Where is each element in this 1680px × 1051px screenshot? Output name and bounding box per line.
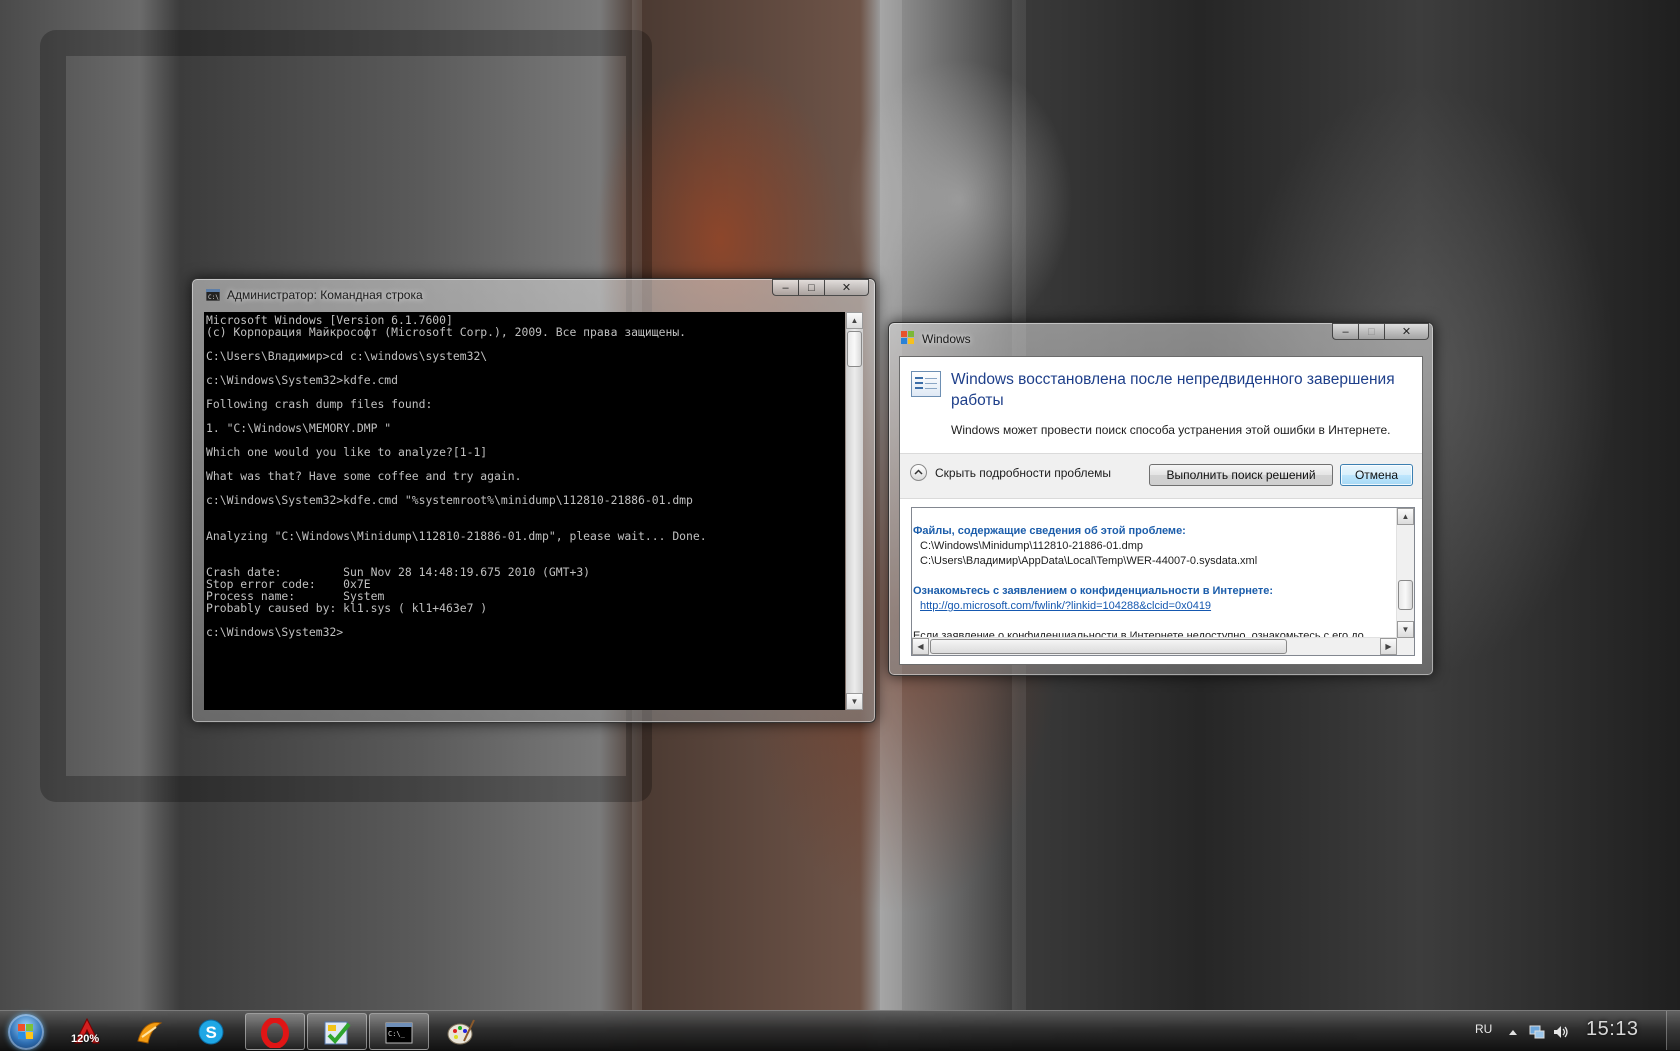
cancel-button[interactable]: Отмена xyxy=(1340,464,1413,486)
problem-details-content: Файлы, содержащие сведения об этой пробл… xyxy=(913,524,1393,644)
scroll-up-arrow-icon[interactable]: ▲ xyxy=(1397,508,1414,525)
privacy-link[interactable]: http://go.microsoft.com/fwlink/?linkid=1… xyxy=(913,599,1393,614)
wer-action-strip: Скрыть подробности проблемы Выполнить по… xyxy=(900,453,1422,499)
minimize-button[interactable]: – xyxy=(772,279,799,296)
scroll-down-arrow-icon[interactable]: ▼ xyxy=(846,693,863,710)
winamp-icon xyxy=(137,1022,163,1044)
command-prompt-window[interactable]: C:\ Администратор: Командная строка – □ … xyxy=(191,278,876,723)
details-horizontal-scrollbar[interactable]: ◀ ▶ xyxy=(912,637,1397,655)
hide-details-label[interactable]: Скрыть подробности проблемы xyxy=(935,466,1111,480)
taskbar-opera[interactable] xyxy=(245,1013,305,1050)
show-hidden-icons-icon[interactable] xyxy=(1508,1024,1518,1040)
details-vertical-scrollbar[interactable]: ▲ ▼ xyxy=(1396,508,1414,638)
wer-heading: Windows восстановлена после непредвиденн… xyxy=(951,371,1395,409)
svg-text:C:\: C:\ xyxy=(208,294,219,301)
close-button[interactable]: ✕ xyxy=(825,279,869,296)
console-icon: C:\ xyxy=(205,288,221,302)
windows-logo-icon xyxy=(18,1024,33,1039)
console-line: Following crash dump files found: xyxy=(206,397,433,411)
console-line: c:\Windows\System32>kdfe.cmd "%systemroo… xyxy=(206,493,693,507)
maximize-button[interactable]: □ xyxy=(799,279,825,296)
console-line: (c) Корпорация Майкрософт (Microsoft Cor… xyxy=(206,325,687,339)
console-output[interactable]: Microsoft Windows [Version 6.1.7600] (c) … xyxy=(204,312,845,710)
window-title: Windows xyxy=(922,332,971,346)
start-button[interactable] xyxy=(8,1014,44,1050)
scroll-thumb[interactable] xyxy=(1398,580,1413,610)
taskbar-winamp[interactable] xyxy=(120,1013,180,1050)
problem-report-icon xyxy=(911,371,941,397)
close-button[interactable]: ✕ xyxy=(1385,323,1429,340)
console-line: C:\Users\Владимир>cd c:\windows\system32… xyxy=(206,349,488,363)
wer-dialog-titlebar[interactable]: Windows – □ ✕ xyxy=(889,323,1433,353)
network-icon[interactable] xyxy=(1529,1024,1545,1040)
scroll-up-arrow-icon[interactable]: ▲ xyxy=(846,312,863,329)
scroll-right-arrow-icon[interactable]: ▶ xyxy=(1380,638,1397,655)
tray-clock[interactable]: 15:13 xyxy=(1586,1018,1639,1041)
scroll-down-arrow-icon[interactable]: ▼ xyxy=(1397,621,1414,638)
windows-logo-icon xyxy=(901,331,915,344)
file-path: C:\Windows\Minidump\112810-21886-01.dmp xyxy=(920,540,1143,552)
taskbar-paint[interactable] xyxy=(432,1013,492,1050)
wer-dialog-body: Windows восстановлена после непредвиденн… xyxy=(899,356,1423,665)
skype-icon: S xyxy=(198,1019,224,1045)
console-line: Which one would you like to analyze?[1-1… xyxy=(206,445,488,459)
maximize-button: □ xyxy=(1359,323,1385,340)
console-line: 1. "C:\Windows\MEMORY.DMP " xyxy=(206,421,392,435)
scrollbar-corner xyxy=(1397,638,1414,655)
hide-details-toggle[interactable]: Скрыть подробности проблемы xyxy=(910,464,1111,481)
opera-icon xyxy=(261,1018,289,1048)
taskbar-acrobat[interactable]: 120% xyxy=(58,1013,118,1050)
zoom-badge: 120% xyxy=(71,1033,100,1045)
console-line: Probably caused by: kl1.sys ( kl1+463e7 … xyxy=(206,601,488,615)
chevron-up-icon[interactable] xyxy=(910,464,927,481)
paint-icon xyxy=(447,1019,475,1045)
privacy-heading: Ознакомьтесь с заявлением о конфиденциал… xyxy=(913,585,1274,597)
scroll-thumb[interactable] xyxy=(847,331,862,367)
console-vertical-scrollbar[interactable]: ▲ ▼ xyxy=(846,312,863,710)
search-solutions-button[interactable]: Выполнить поиск решений xyxy=(1149,464,1333,486)
volume-icon[interactable] xyxy=(1553,1024,1569,1040)
svg-text:S: S xyxy=(206,1023,217,1042)
problem-details-box[interactable]: Файлы, содержащие сведения об этой пробл… xyxy=(911,507,1415,656)
wer-subtitle: Windows может провести поиск способа уст… xyxy=(951,423,1391,437)
window-title: Администратор: Командная строка xyxy=(227,288,423,302)
taskbar-skype[interactable]: S xyxy=(182,1013,242,1050)
console-line: c:\Windows\System32> xyxy=(206,625,344,639)
wer-dialog-window[interactable]: Windows – □ ✕ Windows восстановлена посл… xyxy=(888,322,1434,676)
files-heading: Файлы, содержащие сведения об этой пробл… xyxy=(913,525,1186,537)
taskbar: 120% S C:\_ xyxy=(0,1010,1680,1051)
console-line: Analyzing "C:\Windows\Minidump\112810-21… xyxy=(206,529,707,543)
minimize-button[interactable]: – xyxy=(1332,323,1359,340)
checkmark-app-icon xyxy=(324,1021,351,1045)
taskbar-command-prompt[interactable]: C:\_ xyxy=(369,1013,429,1050)
taskbar-checkmark-app[interactable] xyxy=(307,1013,367,1050)
file-path: C:\Users\Владимир\AppData\Local\Temp\WER… xyxy=(920,555,1258,567)
svg-text:C:\_: C:\_ xyxy=(388,1030,406,1038)
wer-header: Windows восстановлена после непредвиденн… xyxy=(900,357,1422,453)
command-prompt-titlebar[interactable]: C:\ Администратор: Командная строка – □ … xyxy=(192,279,875,309)
scroll-thumb[interactable] xyxy=(930,639,1287,654)
console-lines: Microsoft Windows [Version 6.1.7600] (c) … xyxy=(206,314,707,638)
language-indicator[interactable]: RU xyxy=(1475,1022,1492,1036)
console-line: What was that? Have some coffee and try … xyxy=(206,469,522,483)
console-line: c:\Windows\System32>kdfe.cmd xyxy=(206,373,399,387)
command-prompt-icon: C:\_ xyxy=(385,1022,413,1044)
show-desktop-button[interactable] xyxy=(1666,1011,1680,1050)
scroll-left-arrow-icon[interactable]: ◀ xyxy=(912,638,929,655)
